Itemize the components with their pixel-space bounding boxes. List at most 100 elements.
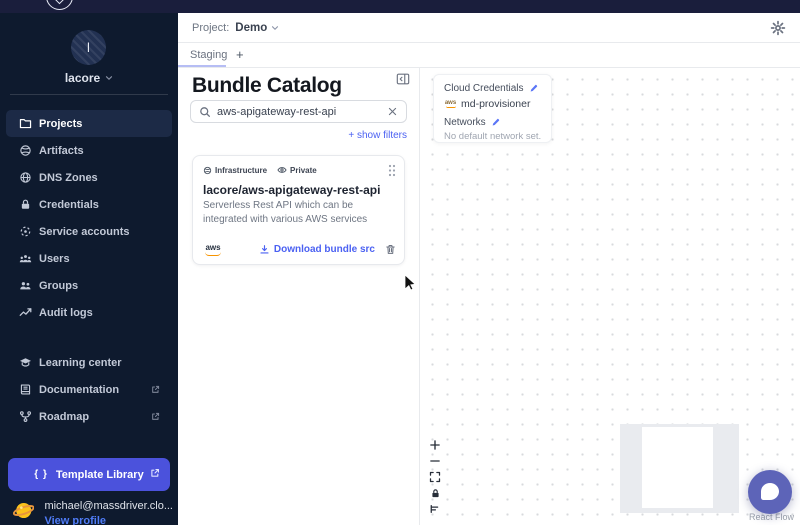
show-filters-link[interactable]: + show filters [348,130,407,141]
sidebar-item-label: Projects [39,117,83,130]
collapse-panel-button[interactable] [396,72,410,86]
massdriver-logo-icon [46,0,73,10]
canvas-controls [428,438,442,516]
drag-handle-icon[interactable] [388,164,396,177]
settings-gear-button[interactable] [770,20,786,36]
credential-row: aws md-provisioner [444,98,551,110]
external-link-icon [151,385,160,394]
sidebar-item-learning-center[interactable]: Learning center [6,349,172,376]
active-tab-underline [178,64,226,67]
top-strip [0,0,800,13]
profile-section: michael@massdriver.clo... View profile [13,497,173,525]
edit-credentials-icon[interactable] [529,84,538,93]
chat-button[interactable] [748,470,792,514]
sidebar-secondary-nav: Learning center Documentation Roadmap [0,349,178,430]
braces-icon: { } [34,469,48,480]
lock-icon [18,198,32,212]
sidebar-item-label: Documentation [39,383,120,396]
template-library-label: Template Library [55,468,144,481]
users-icon [18,252,32,266]
sidebar-item-groups[interactable]: Groups [6,272,172,299]
auto-layout-button[interactable] [428,502,442,516]
sidebar-item-artifacts[interactable]: Artifacts [6,137,172,164]
book-icon [18,383,32,397]
zoom-in-button[interactable] [428,438,442,452]
chat-bubble-icon [761,483,779,500]
sidebar: l lacore Projects Artifacts DNS Zones Cr… [0,13,178,525]
sidebar-item-label: Audit logs [39,306,93,319]
networks-label: Networks [444,117,486,128]
sidebar-item-label: Users [39,252,70,265]
user-menu[interactable]: lacore [0,71,178,85]
infrastructure-icon [203,166,212,174]
tab-staging[interactable]: Staging [190,49,227,61]
sidebar-item-label: DNS Zones [39,171,98,184]
fit-view-button[interactable] [428,470,442,484]
download-icon [260,245,269,254]
sidebar-item-audit-logs[interactable]: Audit logs [6,299,172,326]
graduation-cap-icon [18,356,32,370]
zoom-out-button[interactable] [428,454,442,468]
cloud-credentials-label: Cloud Credentials [444,83,524,94]
add-environment-button[interactable]: + [236,47,244,62]
lock-interactivity-button[interactable] [428,486,442,500]
aws-mini-logo: aws [444,100,457,109]
workflow-canvas[interactable]: Cloud Credentials aws md-provisioner Net… [420,68,800,525]
globe-icon [18,171,32,185]
project-label: Project: [192,21,230,34]
credential-name: md-provisioner [461,98,531,110]
sidebar-nav: Projects Artifacts DNS Zones Credentials… [0,110,178,326]
planet-avatar [13,502,35,519]
trash-icon [386,244,395,254]
sidebar-item-label: Service accounts [39,225,130,238]
minimap[interactable] [620,424,739,513]
service-account-icon [18,225,32,239]
groups-icon [18,279,32,293]
clear-search-icon[interactable] [387,106,398,117]
user-name: lacore [64,71,101,85]
edit-networks-icon[interactable] [491,118,500,127]
sidebar-item-projects[interactable]: Projects [6,110,172,137]
external-link-icon [151,412,160,421]
project-bar: Project: Demo [178,13,800,43]
sidebar-item-label: Credentials [39,198,99,211]
minimap-viewport [642,427,713,508]
aws-logo: aws [203,243,223,256]
sidebar-item-label: Artifacts [39,144,84,157]
sidebar-item-dns-zones[interactable]: DNS Zones [6,164,172,191]
sidebar-item-roadmap[interactable]: Roadmap [6,403,172,430]
sidebar-item-service-accounts[interactable]: Service accounts [6,218,172,245]
divider [10,94,168,95]
download-bundle-link[interactable]: Download bundle src [259,244,375,255]
branch-icon [18,410,32,424]
template-library-button[interactable]: { } Template Library [8,458,170,491]
page-title: Bundle Catalog [192,74,342,97]
external-link-icon [150,468,160,478]
chevron-down-icon [106,76,113,80]
avatar[interactable]: l [71,30,106,65]
bundle-card[interactable]: Infrastructure Private lacore/aws-apigat… [192,155,405,265]
trend-line-icon [18,306,32,320]
type-badge: Infrastructure [203,166,267,175]
project-selector[interactable]: Demo [235,22,279,34]
search-input[interactable] [217,105,381,118]
delete-bundle-button[interactable] [385,243,396,256]
user-email: michael@massdriver.clo... [44,500,173,512]
sidebar-item-label: Groups [39,279,79,292]
bundle-title: lacore/aws-apigateway-rest-api [203,183,381,197]
sidebar-item-users[interactable]: Users [6,245,172,272]
sidebar-item-label: Roadmap [39,410,90,423]
visibility-badge: Private [277,165,317,175]
sidebar-item-documentation[interactable]: Documentation [6,376,172,403]
sidebar-item-label: Learning center [39,356,122,369]
search-icon [200,106,210,117]
artifact-icon [18,144,32,158]
environment-tabs: Staging + [178,43,800,68]
sidebar-item-credentials[interactable]: Credentials [6,191,172,218]
bundle-description: Serverless Rest API which can be integra… [203,200,368,225]
eye-icon [277,167,287,173]
view-profile-link[interactable]: View profile [44,515,173,525]
chevron-down-icon [272,25,279,30]
networks-empty-text: No default network set. [444,131,542,142]
bundle-catalog-panel: Bundle Catalog + show filters Infrastruc… [178,68,420,525]
